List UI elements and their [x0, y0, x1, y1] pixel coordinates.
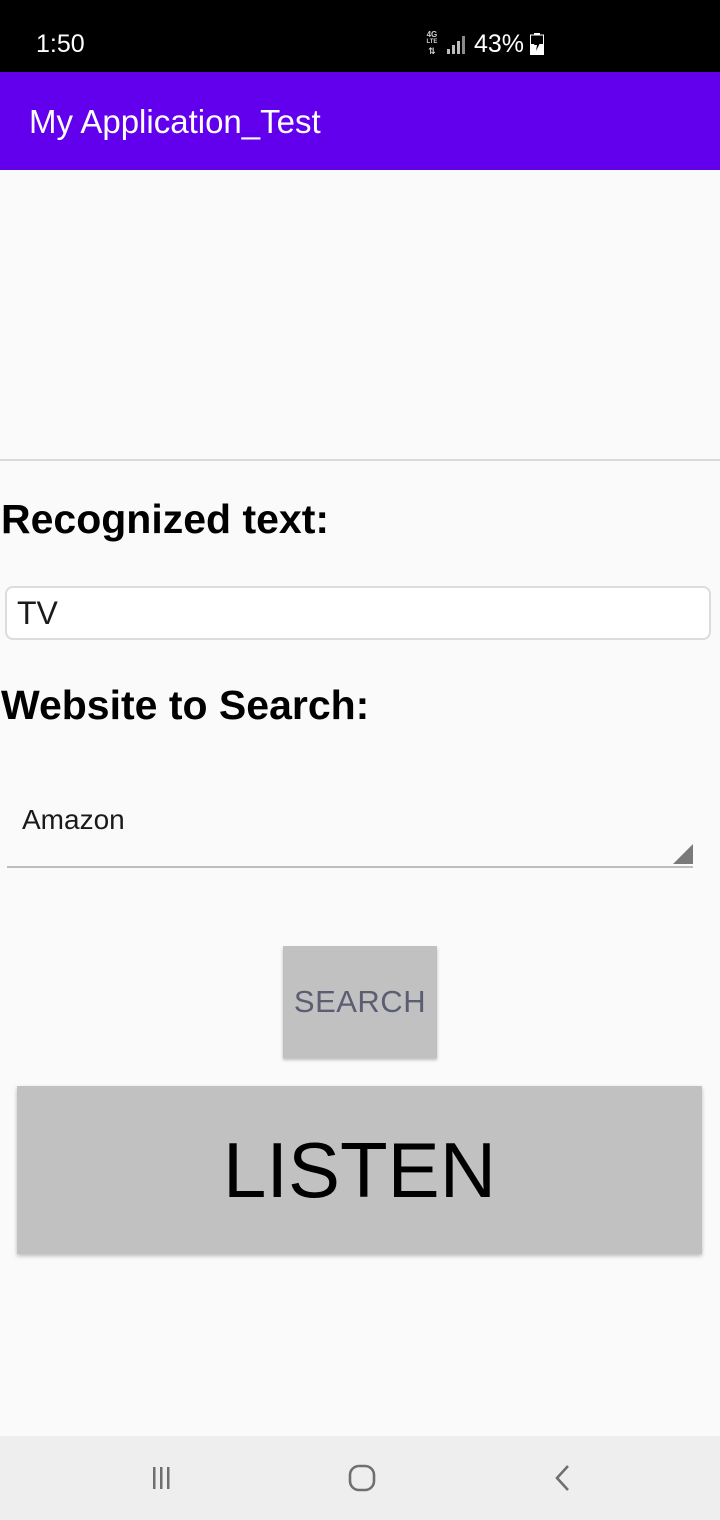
app-title: My Application_Test: [29, 103, 321, 140]
navigation-bar: [0, 1436, 720, 1520]
listen-button[interactable]: LISTEN: [17, 1086, 702, 1254]
recognized-text-field[interactable]: [5, 586, 711, 640]
divider: [0, 459, 720, 461]
app-screen: 1:50 4G LTE ⇅ 43% My Application_Test Re…: [0, 0, 720, 1520]
status-indicators: 4G LTE ⇅ 43%: [424, 28, 544, 60]
website-dropdown[interactable]: Amazon: [7, 790, 693, 868]
home-icon: [348, 1464, 376, 1492]
recents-button[interactable]: [139, 1456, 183, 1500]
data-arrows-icon: ⇅: [428, 46, 436, 56]
app-bar: My Application_Test: [0, 72, 720, 170]
camera-preview: [0, 170, 720, 459]
recents-icon: [153, 1467, 170, 1489]
battery-charging-icon: [530, 33, 544, 55]
recognized-text-heading: Recognized text:: [1, 496, 330, 542]
network-sub-label: LTE: [426, 39, 438, 45]
website-heading: Website to Search:: [1, 682, 370, 728]
network-label: 4G: [426, 30, 438, 39]
lte-icon: 4G LTE ⇅: [424, 31, 440, 57]
back-icon: [555, 1465, 569, 1491]
status-bar: 1:50 4G LTE ⇅ 43%: [0, 0, 720, 72]
signal-icon: [446, 36, 465, 54]
search-button[interactable]: SEARCH: [283, 946, 437, 1058]
website-selected-value: Amazon: [22, 804, 125, 835]
battery-percent: 43%: [473, 30, 524, 58]
home-button[interactable]: [340, 1456, 384, 1500]
dropdown-arrow-icon: [673, 844, 693, 864]
back-button[interactable]: [542, 1456, 586, 1500]
